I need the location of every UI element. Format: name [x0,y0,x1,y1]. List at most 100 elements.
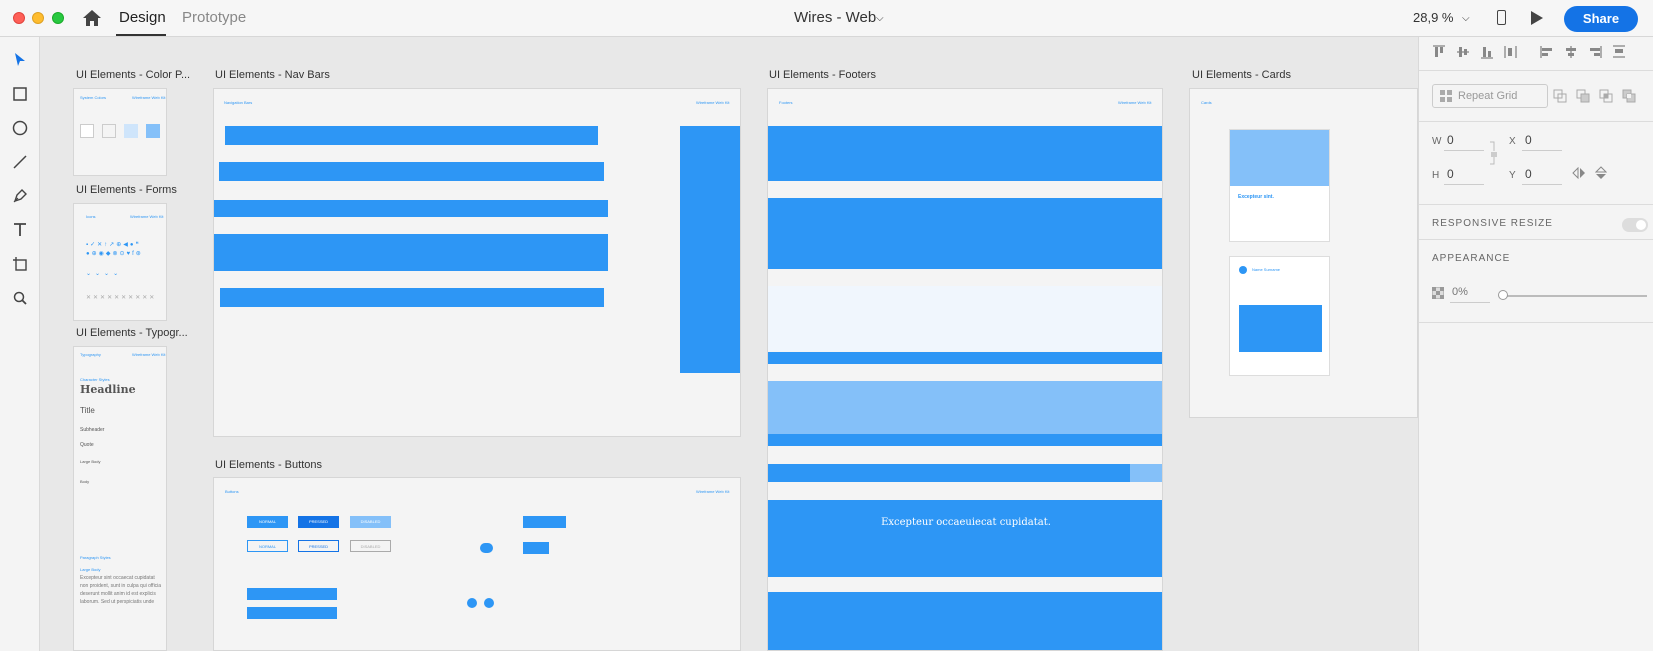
artboard-brand: Wireframe Web Kit [132,352,166,357]
wide-button-sample [247,607,337,619]
artboard-brand: Wireframe Web Kit [696,100,730,105]
button-normal-outline-sample: NORMAL [247,540,288,552]
zoom-tool-icon[interactable] [10,288,30,308]
design-canvas[interactable]: UI Elements - Color P... System Colors W… [40,37,1418,651]
play-icon[interactable] [1531,11,1543,25]
artboard-brand: Wireframe Web Kit [696,489,730,494]
maximize-window-button[interactable] [52,12,64,24]
align-left-icon[interactable] [1540,45,1554,59]
artboard-typography[interactable]: Typography Wireframe Web Kit Character S… [73,346,167,651]
align-middle-icon[interactable] [1456,45,1470,59]
nav-bar-sample [219,162,604,181]
artboard-buttons[interactable]: Buttons Wireframe Web Kit NORMAL PRESSED… [213,477,741,651]
nav-bar-sample [225,126,598,145]
zoom-chevron-down-icon[interactable]: ⌵ [1462,13,1470,24]
artboard-brand: Wireframe Web Kit [132,95,166,100]
opacity-slider-track[interactable] [1502,295,1647,297]
flip-horizontal-icon[interactable] [1572,167,1586,179]
active-tab-indicator [116,34,166,36]
repeat-grid-label: Repeat Grid [1458,90,1518,102]
tab-prototype[interactable]: Prototype [182,9,246,26]
height-field[interactable]: 0 [1447,167,1454,181]
boolean-add-icon[interactable] [1553,89,1567,103]
minimize-window-button[interactable] [32,12,44,24]
artboard-nav-bars[interactable]: Navigation Bars Wireframe Web Kit [213,88,741,437]
width-field[interactable]: 0 [1447,133,1454,147]
headline-sample: Headline [80,383,136,396]
x-label: X [1509,136,1516,147]
flip-vertical-icon[interactable] [1595,166,1607,180]
select-tool-icon[interactable] [10,50,30,70]
home-icon[interactable] [82,9,102,27]
card-sample: Excepteur sint. [1229,129,1330,242]
chevron-down-icon[interactable]: ⌵ [876,13,884,24]
boolean-subtract-icon[interactable] [1576,89,1590,103]
y-field[interactable]: 0 [1525,167,1532,181]
opacity-field[interactable]: 0% [1452,286,1468,298]
device-preview-icon[interactable] [1497,10,1506,25]
opacity-slider-handle[interactable] [1498,290,1508,300]
responsive-resize-toggle[interactable] [1622,218,1648,232]
artboard-tool-icon[interactable] [10,254,30,274]
ellipse-tool-icon[interactable] [10,118,30,138]
artboard-label-cards[interactable]: UI Elements - Cards [1192,69,1291,81]
footer-sample [768,126,1162,181]
checkbox-group-sample [523,542,549,554]
nav-bar-sample [214,234,608,271]
text-tool-icon[interactable] [10,220,30,240]
artboard-label-buttons[interactable]: UI Elements - Buttons [215,459,322,471]
paragraph-sample: Excepteur sint occaecat cupidatat non pr… [80,575,162,605]
artboard-header: System Colors [80,95,107,100]
artboard-color-palette[interactable]: System Colors Wireframe Web Kit [73,88,167,176]
artboard-label-nav-bars[interactable]: UI Elements - Nav Bars [215,69,330,81]
artboard-brand: Wireframe Web Kit [1118,100,1152,105]
footer-sample [768,198,1162,269]
form-icon-row: ▪✓✕↑↗⊕◀●❝ [86,242,141,248]
card-image-placeholder [1230,130,1329,186]
color-swatch [146,124,160,138]
card-sample: Name Surname [1229,256,1330,376]
distribute-vertical-icon[interactable] [1612,45,1626,59]
artboard-cards[interactable]: Cards Excepteur sint. Name Surname [1189,88,1418,418]
boolean-exclude-icon[interactable] [1622,89,1636,103]
align-bottom-icon[interactable] [1480,45,1494,59]
radio-sample [467,598,477,608]
artboard-header: Footers [779,100,793,105]
repeat-grid-button[interactable]: Repeat Grid [1432,84,1548,108]
align-center-icon[interactable] [1564,45,1578,59]
align-top-icon[interactable] [1432,45,1446,59]
artboard-label-forms[interactable]: UI Elements - Forms [76,184,177,196]
avatar [1239,266,1247,274]
color-swatch [102,124,116,138]
rectangle-tool-icon[interactable] [10,84,30,104]
artboard-forms[interactable]: Icons Wireframe Web Kit ▪✓✕↑↗⊕◀●❝ ●⊕◉◆⊗⊙… [73,203,167,321]
footer-hero-sample [768,500,1162,577]
zoom-level[interactable]: 28,9 % [1413,10,1453,25]
document-title[interactable]: Wires - Web [794,9,876,26]
artboard-brand: Wireframe Web Kit [130,214,164,219]
tab-design[interactable]: Design [119,9,166,26]
distribute-horizontal-icon[interactable] [1504,45,1518,59]
artboard-label-footers[interactable]: UI Elements - Footers [769,69,876,81]
footer-sample-light-blue [768,381,1162,434]
boolean-intersect-icon[interactable] [1599,89,1613,103]
footer-sample-light [768,286,1162,351]
artboard-footers[interactable]: Footers Wireframe Web Kit Excepteur occa… [767,88,1163,651]
artboard-label-typography[interactable]: UI Elements - Typogr... [76,327,188,339]
artboard-label-color-palette[interactable]: UI Elements - Color P... [76,69,190,81]
tools-toolbar [0,37,40,651]
pen-tool-icon[interactable] [10,186,30,206]
x-field[interactable]: 0 [1525,133,1532,147]
share-button[interactable]: Share [1564,6,1638,32]
divider [1419,70,1653,71]
height-label: H [1432,170,1440,181]
lock-aspect-icon[interactable] [1489,141,1499,165]
field-underline [1444,184,1484,185]
footer-hero-title: Excepteur occaeuiecat cupidatat. [881,517,1051,528]
close-window-button[interactable] [13,12,25,24]
line-tool-icon[interactable] [10,152,30,172]
button-disabled-sample: DISABLED [350,516,391,528]
field-underline [1450,302,1490,303]
align-right-icon[interactable] [1588,45,1602,59]
button-pressed-outline-sample: PRESSED [298,540,339,552]
